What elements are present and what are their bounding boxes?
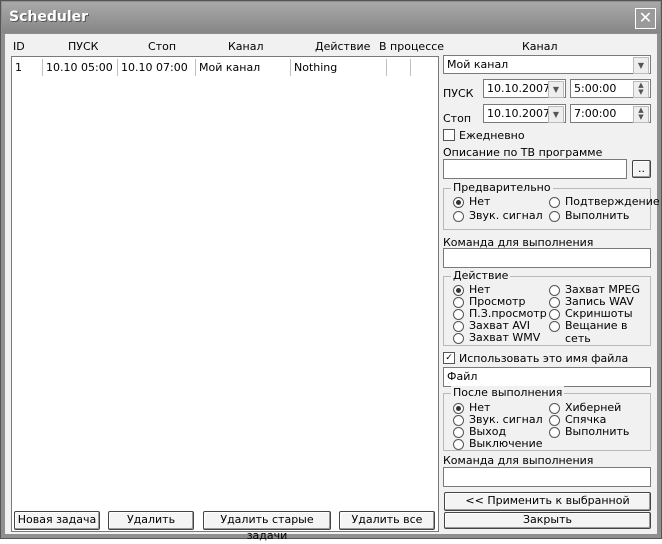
- action-broadcast-label: Вещание в сеть: [565, 319, 628, 345]
- action-group-title: Действие: [451, 269, 511, 282]
- stop-label: Стоп: [443, 112, 472, 125]
- command2-label: Команда для выполнения: [443, 454, 594, 467]
- description-label: Описание по ТВ программе: [443, 146, 603, 159]
- action-wav-radio[interactable]: [549, 297, 560, 308]
- after-shutdown-radio[interactable]: [453, 439, 464, 450]
- pre-confirm-label: Подтверждение: [565, 195, 660, 208]
- daily-checkbox[interactable]: [443, 129, 455, 141]
- after-none-radio[interactable]: [453, 403, 464, 414]
- task-list[interactable]: 1 10.10 05:00 10.10 07:00 Мой канал Noth…: [11, 56, 439, 532]
- after-group-title: После выполнения: [451, 386, 565, 399]
- cell-id: 1: [12, 59, 43, 76]
- stop-date-value: 10.10.2007: [487, 107, 550, 120]
- browse-button[interactable]: ..: [632, 160, 651, 178]
- delete-all-button[interactable]: Удалить все: [339, 511, 435, 530]
- apply-to-selected-button[interactable]: << Применить к выбранной задаче: [444, 492, 651, 523]
- action-avi-radio[interactable]: [453, 321, 464, 332]
- channel-value: Мой канал: [447, 58, 509, 71]
- action-mpeg-radio[interactable]: [549, 285, 560, 296]
- title-bar[interactable]: Scheduler ✕: [2, 2, 660, 33]
- pre-execute-label: Выполнить: [565, 209, 630, 222]
- pre-group: Предварительно Нет Подтверждение Звук. с…: [443, 181, 660, 230]
- channel-label: Канал: [522, 40, 558, 53]
- channel-dropdown[interactable]: Мой канал ▼: [443, 55, 651, 74]
- column-header-id[interactable]: ID: [13, 40, 25, 53]
- pre-none-radio[interactable]: [453, 197, 464, 208]
- stop-time-value: 7:00:00: [574, 107, 617, 120]
- description-input[interactable]: [443, 159, 627, 179]
- start-time-value: 5:00:00: [574, 82, 617, 95]
- chevron-down-icon[interactable]: ▼: [548, 106, 564, 123]
- column-header-action[interactable]: Действие: [315, 40, 370, 53]
- start-time-spinner[interactable]: 5:00:00 ▲ ▼: [570, 79, 651, 98]
- filename-input[interactable]: Файл: [443, 367, 651, 387]
- delete-old-button[interactable]: Удалить старые задачи: [203, 511, 331, 542]
- close-button[interactable]: Закрыть: [444, 512, 651, 529]
- pre-sound-radio[interactable]: [453, 211, 464, 222]
- column-header-start[interactable]: ПУСК: [68, 40, 98, 53]
- spinner-arrows-icon[interactable]: ▲ ▼: [633, 81, 649, 98]
- start-date-picker[interactable]: 10.10.2007 ▼: [483, 79, 566, 98]
- stop-time-spinner[interactable]: 7:00:00 ▲ ▼: [570, 104, 651, 123]
- action-screens-radio[interactable]: [549, 309, 560, 320]
- chevron-down-icon[interactable]: ▼: [548, 81, 564, 98]
- after-exit-radio[interactable]: [453, 427, 464, 438]
- stop-date-picker[interactable]: 10.10.2007 ▼: [483, 104, 566, 123]
- chevron-down-icon[interactable]: ▼: [633, 57, 649, 74]
- action-wmv-radio[interactable]: [453, 333, 464, 344]
- cell-stop: 10.10 07:00: [118, 59, 196, 76]
- delete-button[interactable]: Удалить: [108, 511, 194, 530]
- action-view-radio[interactable]: [453, 297, 464, 308]
- action-group: Действие Нет Просмотр П.З.просмотр Захва…: [443, 269, 651, 346]
- command-input[interactable]: [443, 248, 651, 268]
- after-sleep-radio[interactable]: [549, 415, 560, 426]
- cell-start: 10.10 05:00: [43, 59, 118, 76]
- pre-none-label: Нет: [469, 195, 491, 208]
- column-header-stop[interactable]: Стоп: [148, 40, 176, 53]
- after-shutdown-label: Выключение: [469, 437, 543, 450]
- new-task-button[interactable]: Новая задача: [14, 511, 100, 530]
- cell-action: Nothing: [291, 59, 387, 76]
- use-filename-checkbox[interactable]: ✓: [443, 352, 455, 364]
- action-pview-radio[interactable]: [453, 309, 464, 320]
- action-none-radio[interactable]: [453, 285, 464, 296]
- action-wmv-label: Захват WMV: [469, 331, 541, 344]
- action-broadcast-radio[interactable]: [549, 321, 560, 332]
- client-area: ID ПУСК Стоп Канал Действие В процессе 1…: [5, 34, 660, 542]
- window-title: Scheduler: [9, 9, 89, 25]
- after-group: После выполнения Нет Звук. сигнал Выход …: [443, 386, 651, 451]
- column-header-channel[interactable]: Канал: [228, 40, 264, 53]
- cell-channel: Мой канал: [196, 59, 291, 76]
- after-sound-radio[interactable]: [453, 415, 464, 426]
- pre-execute-radio[interactable]: [549, 211, 560, 222]
- use-filename-label: Использовать это имя файла: [459, 352, 629, 365]
- scheduler-window: Scheduler ✕ ID ПУСК Стоп Канал Действие …: [0, 0, 662, 542]
- start-date-value: 10.10.2007: [487, 82, 550, 95]
- spinner-arrows-icon[interactable]: ▲ ▼: [633, 106, 649, 123]
- after-execute-label: Выполнить: [565, 425, 630, 438]
- daily-label: Ежедневно: [459, 129, 525, 142]
- start-label: ПУСК: [443, 87, 474, 100]
- after-execute-radio[interactable]: [549, 427, 560, 438]
- table-row[interactable]: 1 10.10 05:00 10.10 07:00 Мой канал Noth…: [12, 59, 411, 76]
- pre-sound-label: Звук. сигнал: [469, 209, 543, 222]
- close-window-button[interactable]: ✕: [635, 8, 656, 29]
- pre-confirm-radio[interactable]: [549, 197, 560, 208]
- command2-input[interactable]: [443, 467, 651, 487]
- pre-group-title: Предварительно: [451, 181, 553, 194]
- cell-in-progress: [387, 59, 411, 76]
- column-header-in-progress[interactable]: В процессе: [379, 40, 444, 53]
- after-hibernate-radio[interactable]: [549, 403, 560, 414]
